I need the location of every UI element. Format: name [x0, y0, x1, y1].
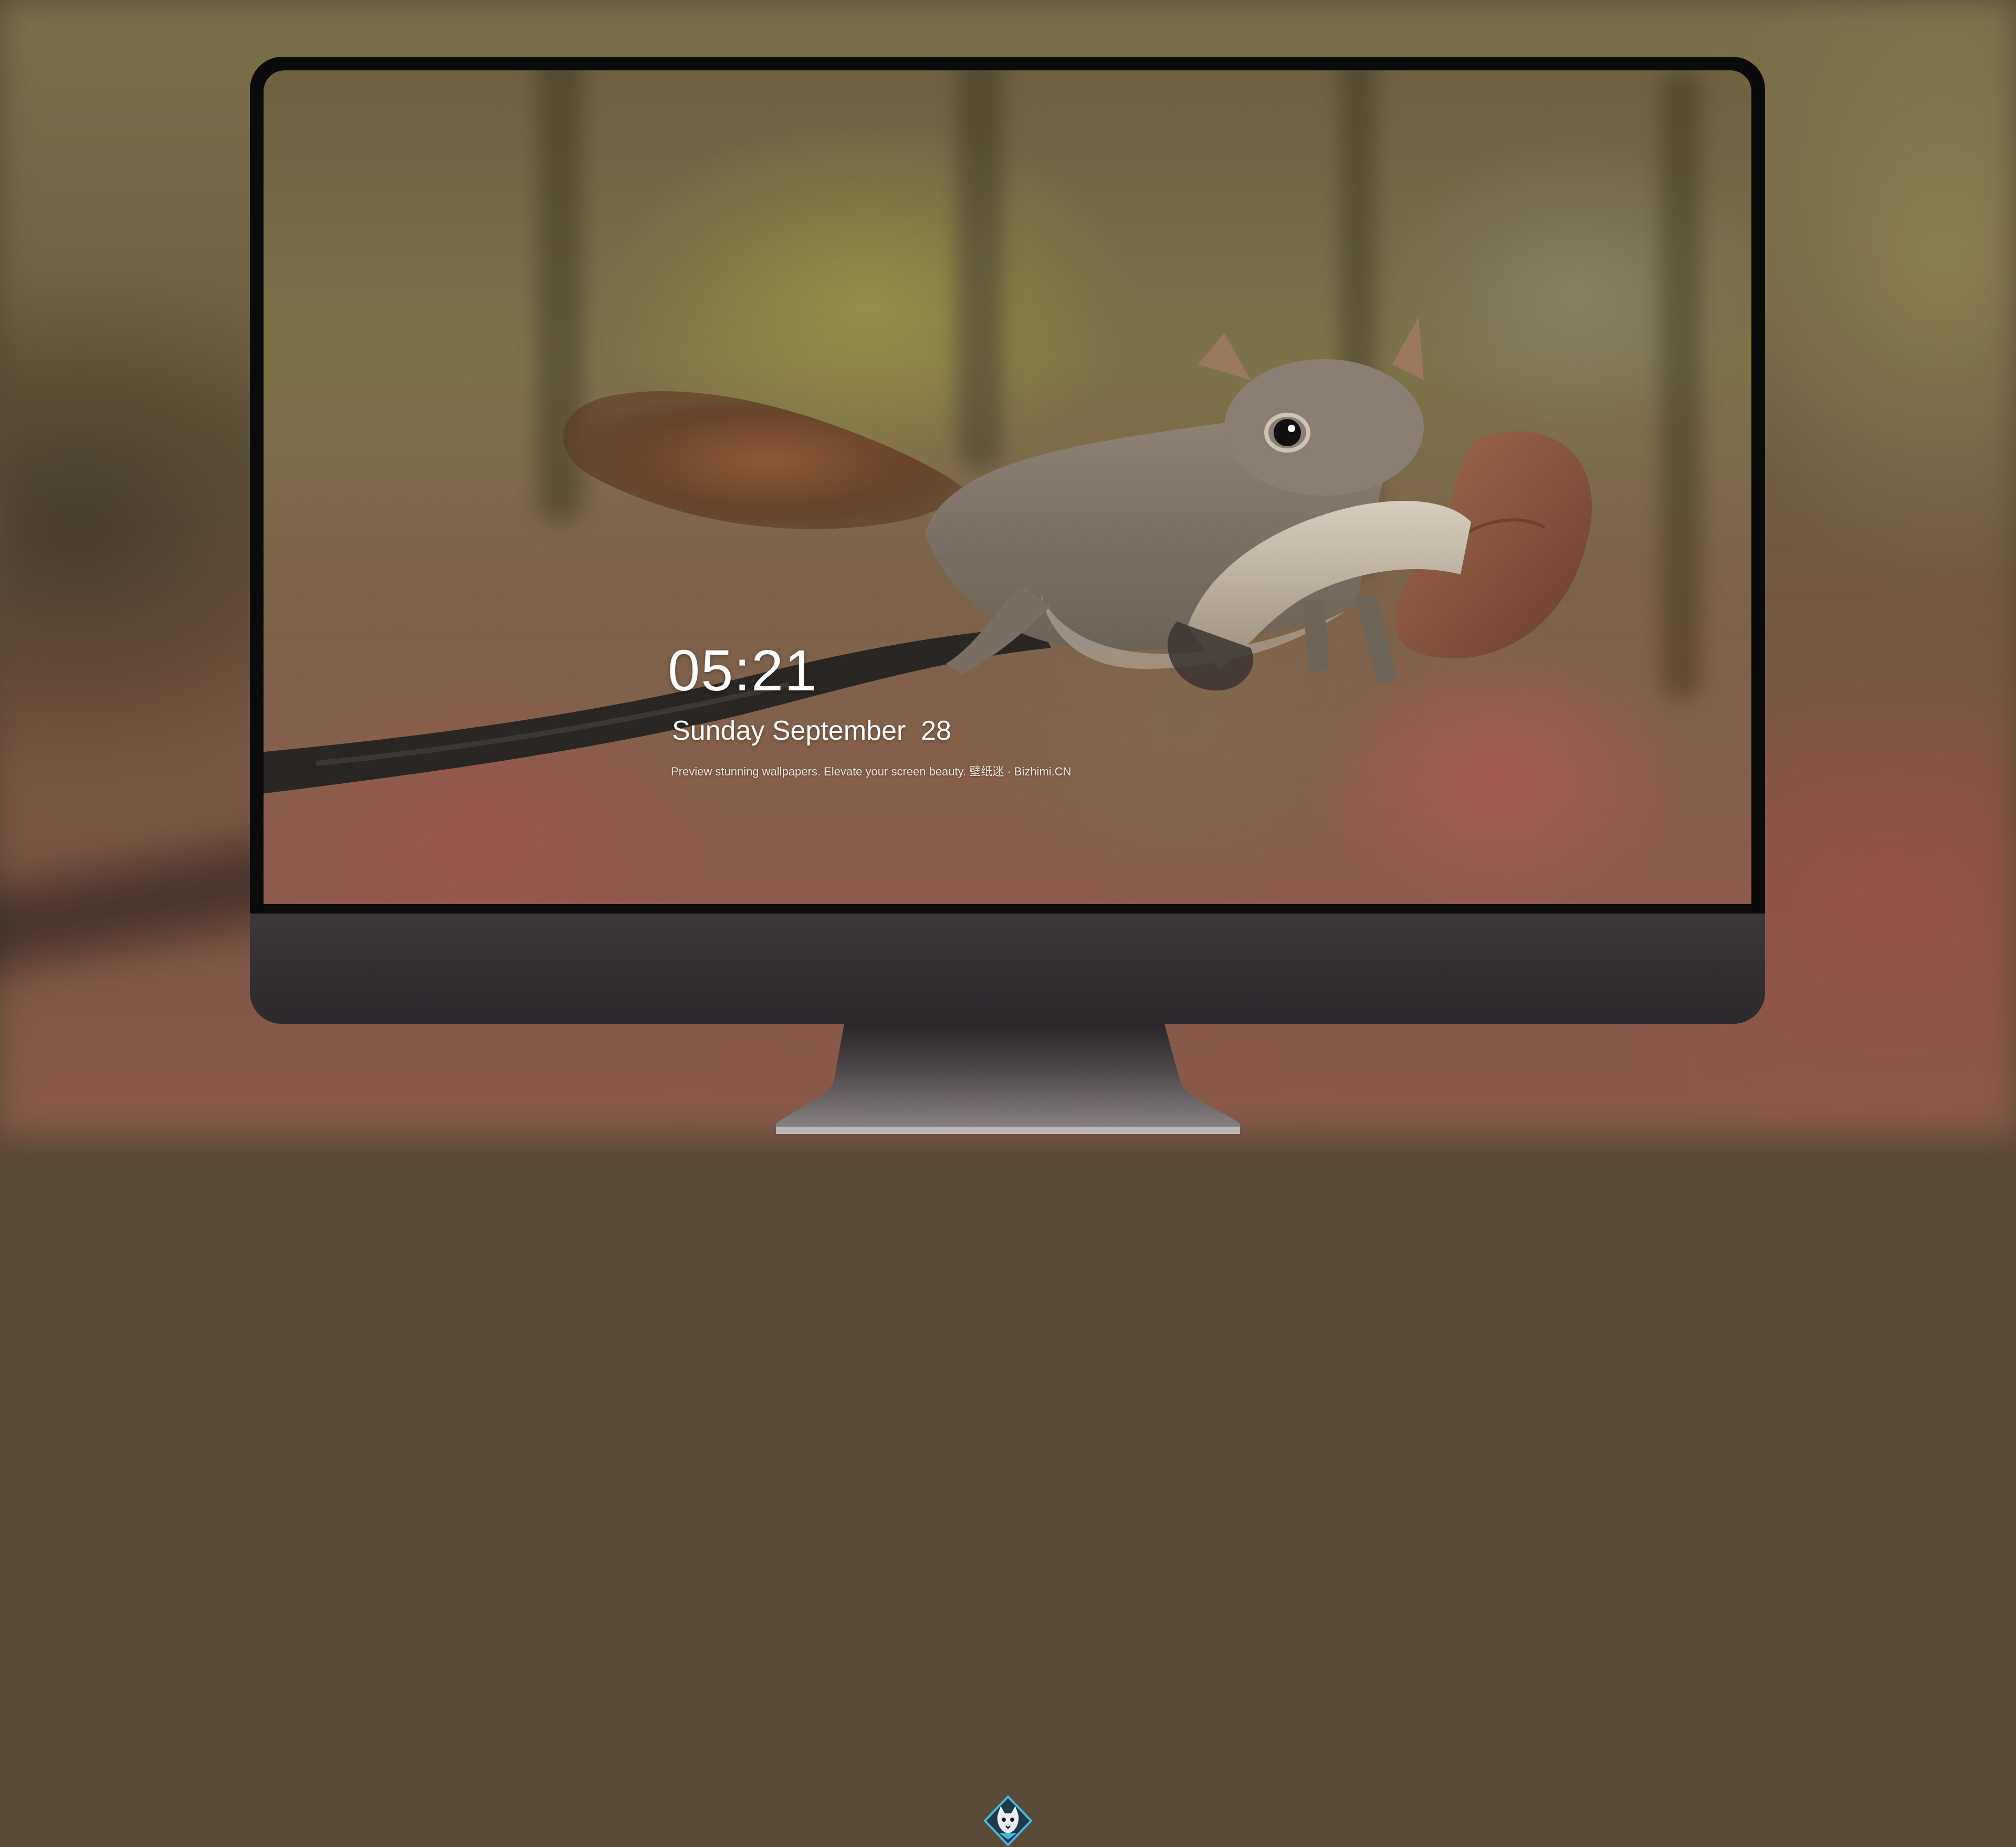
- squirrel-head: [1224, 359, 1424, 496]
- lockscreen-clock: 05:21: [668, 638, 818, 703]
- fox-logo-icon: [983, 1795, 1033, 1846]
- monitor-chin: [250, 914, 1765, 1846]
- lockscreen-tagline: Preview stunning wallpapers. Elevate you…: [671, 765, 1072, 778]
- monitor-stand: [776, 1024, 1240, 1134]
- monitor-bezel: 05:21 Sunday September 28 Preview stunni…: [250, 57, 1765, 914]
- monitor: 05:21 Sunday September 28 Preview stunni…: [250, 57, 1765, 1846]
- lock-screen[interactable]: 05:21 Sunday September 28 Preview stunni…: [264, 70, 1751, 904]
- lockscreen-date: Sunday September 28: [672, 716, 951, 746]
- squirrel-tail: [563, 391, 972, 529]
